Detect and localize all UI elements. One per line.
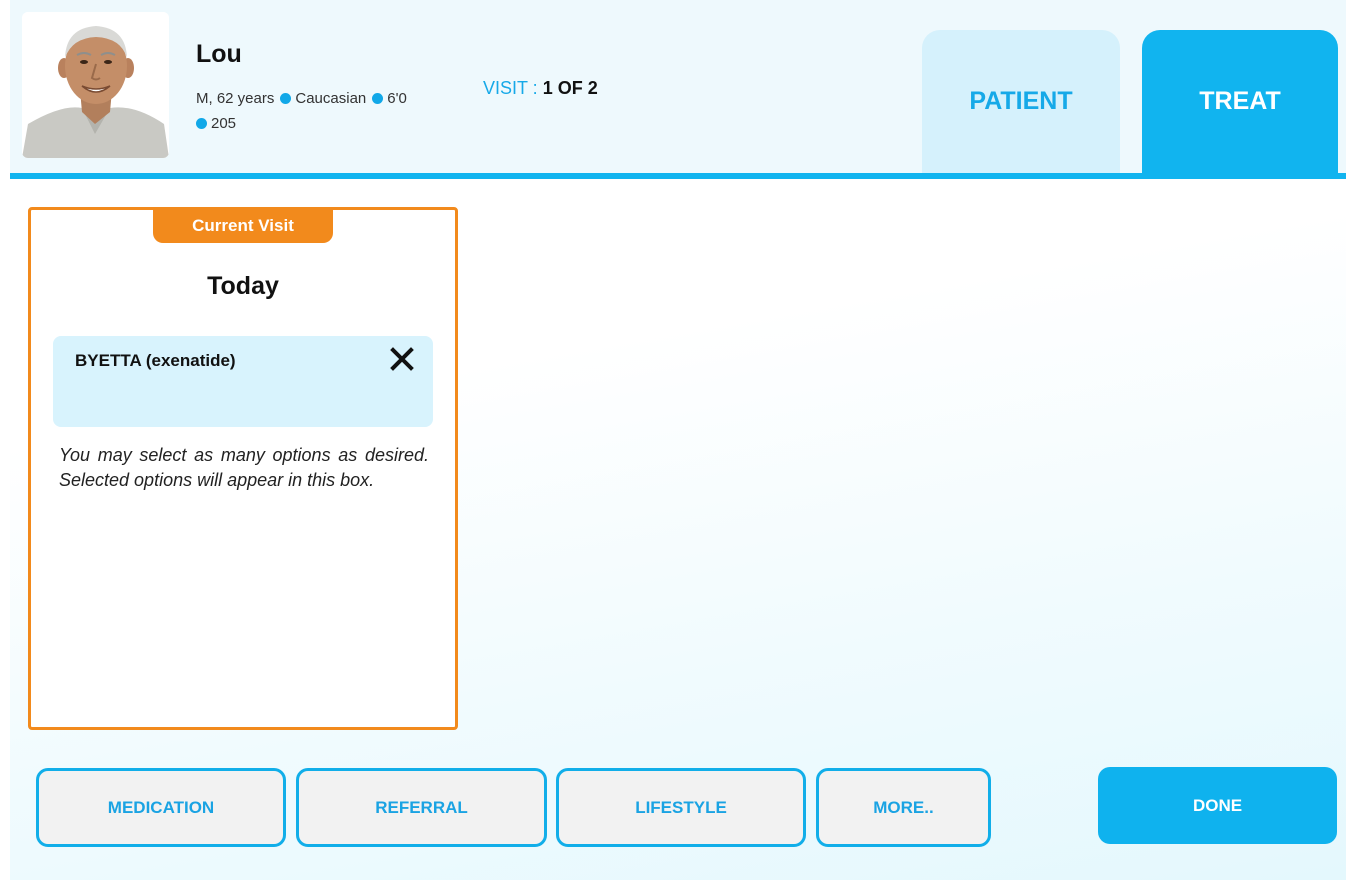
patient-name: Lou	[196, 40, 242, 68]
patient-height: 6'0	[387, 90, 407, 107]
tab-treat[interactable]: TREAT	[1142, 30, 1338, 173]
selected-option-card: BYETTA (exenatide)	[53, 336, 433, 427]
patient-demographics: M, 62 years Caucasian 6'0 205	[196, 86, 476, 136]
patient-avatar	[22, 12, 169, 158]
selection-hint: You may select as many options as desire…	[59, 445, 429, 490]
visit-value: 1 OF 2	[542, 78, 598, 98]
selected-option-label: BYETTA (exenatide)	[75, 351, 236, 370]
bullet-dot-icon	[280, 93, 292, 104]
visit-day-title: Today	[207, 272, 279, 300]
current-visit-panel: Current Visit Today BYETTA (exenatide) Y…	[28, 207, 458, 730]
bullet-dot-icon	[196, 118, 207, 129]
visit-label: VISIT :	[483, 78, 538, 98]
app-window: Lou M, 62 years Caucasian 6'0 205 VISIT : …	[10, 0, 1346, 880]
patient-header: Lou M, 62 years Caucasian 6'0 205 VISIT : …	[10, 0, 1346, 179]
more-button[interactable]: MORE..	[816, 768, 991, 847]
close-icon[interactable]	[387, 344, 417, 374]
current-visit-badge: Current Visit	[153, 208, 333, 243]
done-button[interactable]: DONE	[1098, 767, 1337, 844]
visit-counter: VISIT : 1 OF 2	[483, 78, 598, 99]
lifestyle-button[interactable]: LIFESTYLE	[556, 768, 806, 847]
patient-weight: 205	[211, 115, 237, 132]
bullet-dot-icon	[372, 93, 384, 104]
tab-patient[interactable]: PATIENT	[922, 30, 1120, 173]
patient-photo	[22, 12, 169, 158]
patient-ethnicity: Caucasian	[295, 90, 367, 107]
patient-sex-age: M, 62 years	[196, 90, 275, 107]
medication-button[interactable]: MEDICATION	[36, 768, 286, 847]
referral-button[interactable]: REFERRAL	[296, 768, 547, 847]
